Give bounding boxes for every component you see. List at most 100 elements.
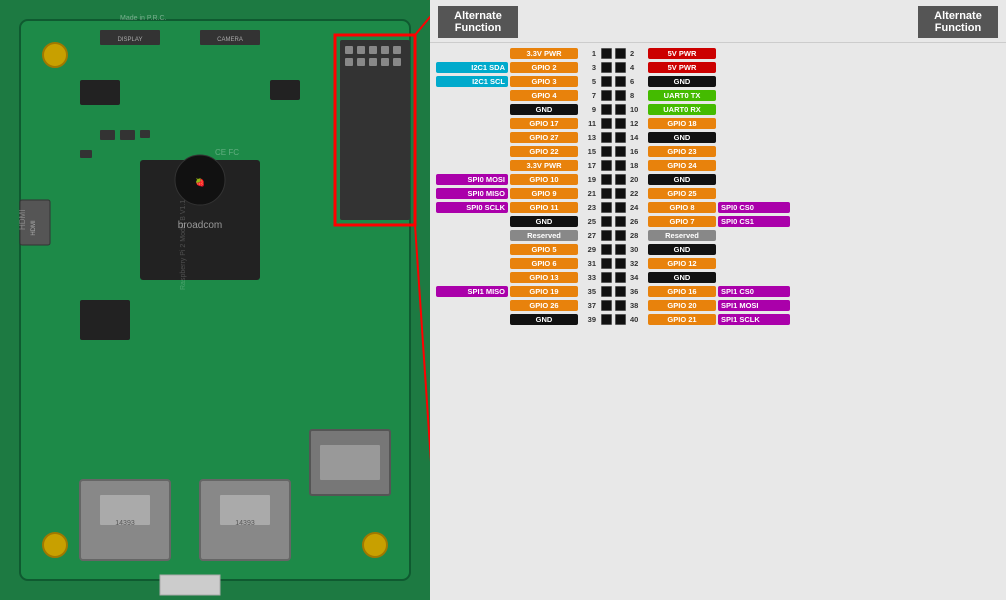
left-gpio-label: GPIO 3 <box>510 76 578 87</box>
connector-pins <box>598 272 628 283</box>
connector-pins <box>598 188 628 199</box>
table-row: GND2526GPIO 7SPI0 CS1 <box>436 215 1000 228</box>
right-gpio-label: GND <box>648 272 716 283</box>
table-row: SPI0 SCLKGPIO 112324GPIO 8SPI0 CS0 <box>436 201 1000 214</box>
table-row: I2C1 SDAGPIO 2345V PWR <box>436 61 1000 74</box>
left-alt-function <box>436 123 508 125</box>
left-pin-number: 31 <box>580 259 596 268</box>
left-alt-function <box>436 235 508 237</box>
pin-dot-left <box>601 258 612 269</box>
connector-pins <box>598 230 628 241</box>
left-alt-function <box>436 305 508 307</box>
left-pin-number: 39 <box>580 315 596 324</box>
right-alt-function <box>718 165 790 167</box>
left-pin-number: 33 <box>580 273 596 282</box>
left-gpio-label: 3.3V PWR <box>510 48 578 59</box>
board-section: broadcom 🍓 HDMI 14393 14393 C <box>0 0 430 600</box>
pin-dot-left <box>601 202 612 213</box>
header-right: Alternate Function <box>918 6 998 38</box>
pin-dot-left <box>601 300 612 311</box>
connector-pins <box>598 314 628 325</box>
right-pin-number: 40 <box>630 315 646 324</box>
right-gpio-label: GPIO 8 <box>648 202 716 213</box>
table-row: GPIO 263738GPIO 20SPI1 MOSI <box>436 299 1000 312</box>
left-alt-function <box>436 277 508 279</box>
connector-pins <box>598 202 628 213</box>
table-row: GPIO 133334GND <box>436 271 1000 284</box>
right-pin-number: 6 <box>630 77 646 86</box>
table-row: GPIO 478UART0 TX <box>436 89 1000 102</box>
table-row: SPI0 MOSIGPIO 101920GND <box>436 173 1000 186</box>
right-pin-number: 34 <box>630 273 646 282</box>
right-pin-number: 28 <box>630 231 646 240</box>
right-alt-function <box>718 137 790 139</box>
pin-dot-left <box>601 244 612 255</box>
right-gpio-label: GPIO 12 <box>648 258 716 269</box>
left-pin-number: 37 <box>580 301 596 310</box>
left-alt-function <box>436 165 508 167</box>
right-gpio-label: 5V PWR <box>648 48 716 59</box>
left-gpio-label: GPIO 2 <box>510 62 578 73</box>
pin-dot-right <box>615 118 626 129</box>
svg-text:14393: 14393 <box>235 520 255 527</box>
right-gpio-label: GPIO 18 <box>648 118 716 129</box>
svg-text:14393: 14393 <box>115 520 135 527</box>
pin-dot-right <box>615 146 626 157</box>
left-alt-function: I2C1 SCL <box>436 76 508 87</box>
svg-text:Made in P.R.C.: Made in P.R.C. <box>120 15 167 22</box>
connector-pins <box>598 118 628 129</box>
right-gpio-label: GPIO 20 <box>648 300 716 311</box>
right-gpio-label: GND <box>648 244 716 255</box>
right-gpio-label: GND <box>648 174 716 185</box>
table-row: GPIO 52930GND <box>436 243 1000 256</box>
connector-pins <box>598 300 628 311</box>
left-gpio-label: 3.3V PWR <box>510 160 578 171</box>
left-pin-number: 9 <box>580 105 596 114</box>
pin-dot-left <box>601 104 612 115</box>
svg-text:CAMERA: CAMERA <box>217 37 243 43</box>
connector-pins <box>598 146 628 157</box>
right-pin-number: 8 <box>630 91 646 100</box>
right-pin-number: 18 <box>630 161 646 170</box>
connector-pins <box>598 258 628 269</box>
pin-dot-right <box>615 258 626 269</box>
right-pin-number: 12 <box>630 119 646 128</box>
table-row: GND3940GPIO 21SPI1 SCLK <box>436 313 1000 326</box>
gpio-section: Alternate Function Alternate Function 3.… <box>430 0 1006 600</box>
left-gpio-label: GPIO 10 <box>510 174 578 185</box>
connector-pins <box>598 174 628 185</box>
connector-pins <box>598 216 628 227</box>
left-pin-number: 1 <box>580 49 596 58</box>
table-row: Reserved2728Reserved <box>436 229 1000 242</box>
table-row: 3.3V PWR17 18GPIO 24 <box>436 159 1000 172</box>
table-row: I2C1 SCLGPIO 356GND <box>436 75 1000 88</box>
right-gpio-label: GPIO 23 <box>648 146 716 157</box>
pin-dot-left <box>601 76 612 87</box>
right-alt-function: SPI0 CS0 <box>718 202 790 213</box>
pin-dot-right <box>615 286 626 297</box>
right-alt-function <box>718 95 790 97</box>
left-alt-function: SPI0 MOSI <box>436 174 508 185</box>
svg-text:Raspberry Pi 2 Model B V1.1: Raspberry Pi 2 Model B V1.1 <box>180 200 187 290</box>
connector-pins <box>598 90 628 101</box>
pin-dot-left <box>601 314 612 325</box>
right-pin-number: 14 <box>630 133 646 142</box>
pin-dot-left <box>601 188 612 199</box>
right-gpio-label: GPIO 24 <box>648 160 716 171</box>
pin-dot-right <box>615 272 626 283</box>
left-pin-number: 5 <box>580 77 596 86</box>
right-gpio-label: GPIO 25 <box>648 188 716 199</box>
connector-pins <box>598 160 628 171</box>
left-pin-number: 17 <box>580 161 596 170</box>
pin-dot-right <box>615 160 626 171</box>
right-gpio-label: Reserved <box>648 230 716 241</box>
left-pin-number: 23 <box>580 203 596 212</box>
right-gpio-label: UART0 RX <box>648 104 716 115</box>
left-gpio-label: GPIO 11 <box>510 202 578 213</box>
connector-pins <box>598 132 628 143</box>
right-pin-number: 16 <box>630 147 646 156</box>
left-gpio-label: GPIO 27 <box>510 132 578 143</box>
pin-dot-left <box>601 272 612 283</box>
left-pin-number: 19 <box>580 175 596 184</box>
table-row: GPIO 271314GND <box>436 131 1000 144</box>
